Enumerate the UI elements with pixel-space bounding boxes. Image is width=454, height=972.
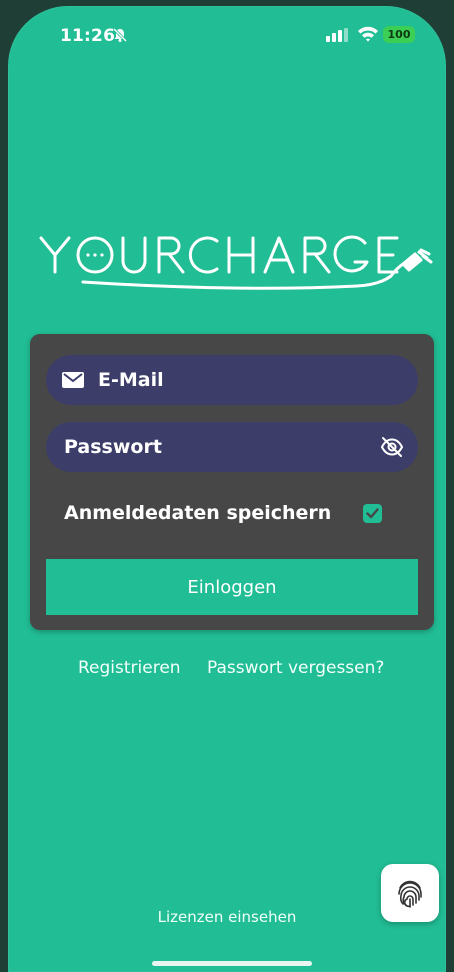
checkmark-icon: [366, 508, 379, 519]
email-placeholder: E-Mail: [98, 369, 164, 391]
remember-credentials-checkbox[interactable]: [363, 504, 382, 523]
battery-level: 100: [387, 28, 411, 41]
yourcharge-logo: [39, 235, 433, 290]
app-screen: 11:26 100 E-Mail Passwort Anmeldedaten s…: [8, 6, 446, 972]
password-placeholder: Passwort: [64, 436, 162, 458]
eye-slash-icon[interactable]: [380, 436, 404, 458]
fingerprint-icon: [398, 880, 422, 908]
signal-icon: [326, 28, 348, 42]
login-card: E-Mail Passwort Anmeldedaten speichern E…: [30, 334, 434, 630]
home-indicator[interactable]: [152, 961, 312, 966]
status-bar: 11:26 100: [8, 6, 446, 66]
licenses-link[interactable]: Lizenzen einsehen: [8, 908, 446, 926]
email-field[interactable]: E-Mail: [46, 355, 418, 405]
mail-icon: [62, 372, 84, 388]
password-field[interactable]: Passwort: [46, 422, 418, 472]
battery-icon: 100: [383, 26, 415, 43]
wifi-icon: [358, 26, 378, 42]
status-time: 11:26: [60, 26, 116, 46]
bell-slash-icon: [112, 27, 128, 43]
login-button[interactable]: Einloggen: [46, 559, 418, 615]
forgot-password-link[interactable]: Passwort vergessen?: [207, 658, 384, 678]
remember-credentials-label: Anmeldedaten speichern: [64, 502, 332, 524]
register-link[interactable]: Registrieren: [78, 658, 181, 678]
